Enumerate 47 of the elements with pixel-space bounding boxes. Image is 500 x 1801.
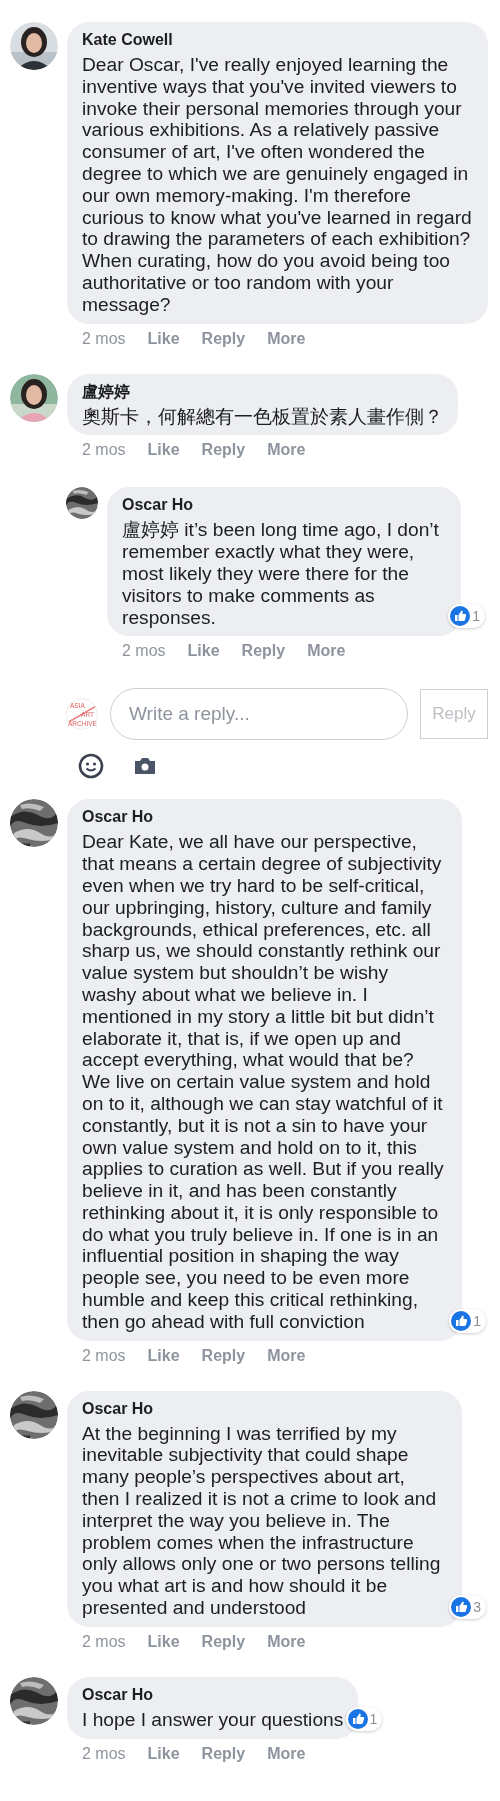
- timestamp: 2 mos: [82, 1744, 126, 1763]
- comment-text: I hope I answer your questions: [82, 1708, 344, 1731]
- comment-action-link[interactable]: Reply: [201, 329, 246, 348]
- comment-text: Dear Kate, we all have our perspective, that means a certain degree of subjectivity even when we try hard to be self-critical, our upbringing, history, culture and family backgrounds, ethical preferences, etc. all sharp us, we should constantly rethink our value system but shouldn’t be wishy washy about what we believe in. I mentioned in my story a little bit but didn’t elaborate it, that is, if we open up and accept everything, what would that be? We live on certain value system and hold on to it, although we can stay watchful of it constantly, but it is not a sin to have your own value system and hold on to it, this applies to curation as well. But if you really believe in it, and has been constantly rethinking about it, it is only responsible to do what you truly believe in. If one is in an influential position in shaping the way people see, you need to be even more humble and keep this critical rethinking, then go ahead with full conviction: [82, 831, 445, 1333]
- comment-action-link[interactable]: Reply: [201, 1744, 246, 1763]
- comment-action-link[interactable]: More: [307, 642, 346, 661]
- author-name[interactable]: Kate Cowell: [82, 30, 473, 50]
- comment-text: 盧婷婷 it’s been long time ago, I don’t remember exactly what they were, most likely they were there for the visitors to make comments as responses.: [122, 519, 440, 629]
- comment-action-link[interactable]: More: [267, 329, 306, 348]
- author-name[interactable]: 盧婷婷: [82, 381, 443, 402]
- comment-text: Dear Oscar, I've really enjoyed learning the inventive ways that you've invited viewers to invoke their personal memories through your various exhibitions. As a relatively passive consumer of art, I've often wondered the degree to which we are genuinely engaged in our own memory-making. I'm therefore curious to know what you've learned in regard to drawing the parameters of each exhibition? When curating, how do you avoid being too authoritative or too random with your message?: [82, 54, 473, 316]
- comment-action-link[interactable]: More: [267, 1632, 306, 1651]
- comment-action-link[interactable]: Reply: [201, 1346, 246, 1365]
- smiley-icon[interactable]: [78, 753, 104, 780]
- comment-action-link[interactable]: Reply: [201, 1632, 246, 1651]
- comment-action-link[interactable]: Like: [147, 1346, 180, 1365]
- reaction-count[interactable]: 1: [448, 604, 485, 629]
- author-name[interactable]: Oscar Ho: [122, 495, 446, 516]
- comment-text: 奧斯卡，何解總有一色板置於素人畫作側？: [82, 405, 443, 428]
- author-name[interactable]: Oscar Ho: [82, 1684, 344, 1705]
- author-name[interactable]: Oscar Ho: [82, 1398, 447, 1419]
- comment-action-link[interactable]: More: [267, 1744, 306, 1763]
- timestamp: 2 mos: [82, 1346, 126, 1365]
- timestamp: 2 mos: [82, 441, 126, 460]
- reaction-count[interactable]: 1: [449, 1308, 486, 1333]
- comment-action-link[interactable]: Like: [147, 1744, 180, 1763]
- timestamp: 2 mos: [82, 329, 126, 348]
- reaction-count[interactable]: 1: [345, 1706, 383, 1731]
- timestamp: 2 mos: [122, 642, 166, 661]
- comment-action-link[interactable]: Like: [187, 642, 220, 661]
- comment-text: At the beginning I was terrified by my inevitable subjectivity that could shape many people’s perspectives about art, then I realized it is not a crime to look and interpret the way you believe in. The problem comes when the infrastructure only allows only one or two persons telling you what art is and how should it be presented and understood: [82, 1422, 442, 1619]
- thumbs-up-icon: [347, 1708, 368, 1729]
- comment-action-link[interactable]: Reply: [201, 441, 246, 460]
- comment-action-link[interactable]: Like: [147, 329, 180, 348]
- comment-action-link[interactable]: Like: [147, 1632, 180, 1651]
- thumbs-up-icon: [450, 606, 471, 627]
- thumbs-up-icon: [451, 1596, 472, 1617]
- comment-action-link[interactable]: More: [267, 441, 306, 460]
- comment-action-link[interactable]: More: [267, 1346, 306, 1365]
- comment-action-link[interactable]: Like: [147, 441, 180, 460]
- reaction-count[interactable]: 3: [449, 1594, 486, 1619]
- reply-input-field[interactable]: Write a reply...: [110, 688, 408, 741]
- timestamp: 2 mos: [82, 1632, 126, 1651]
- camera-icon[interactable]: [133, 756, 157, 777]
- author-name[interactable]: Oscar Ho: [82, 807, 447, 828]
- thumbs-up-icon: [451, 1310, 472, 1331]
- comment-action-link[interactable]: Reply: [241, 642, 286, 661]
